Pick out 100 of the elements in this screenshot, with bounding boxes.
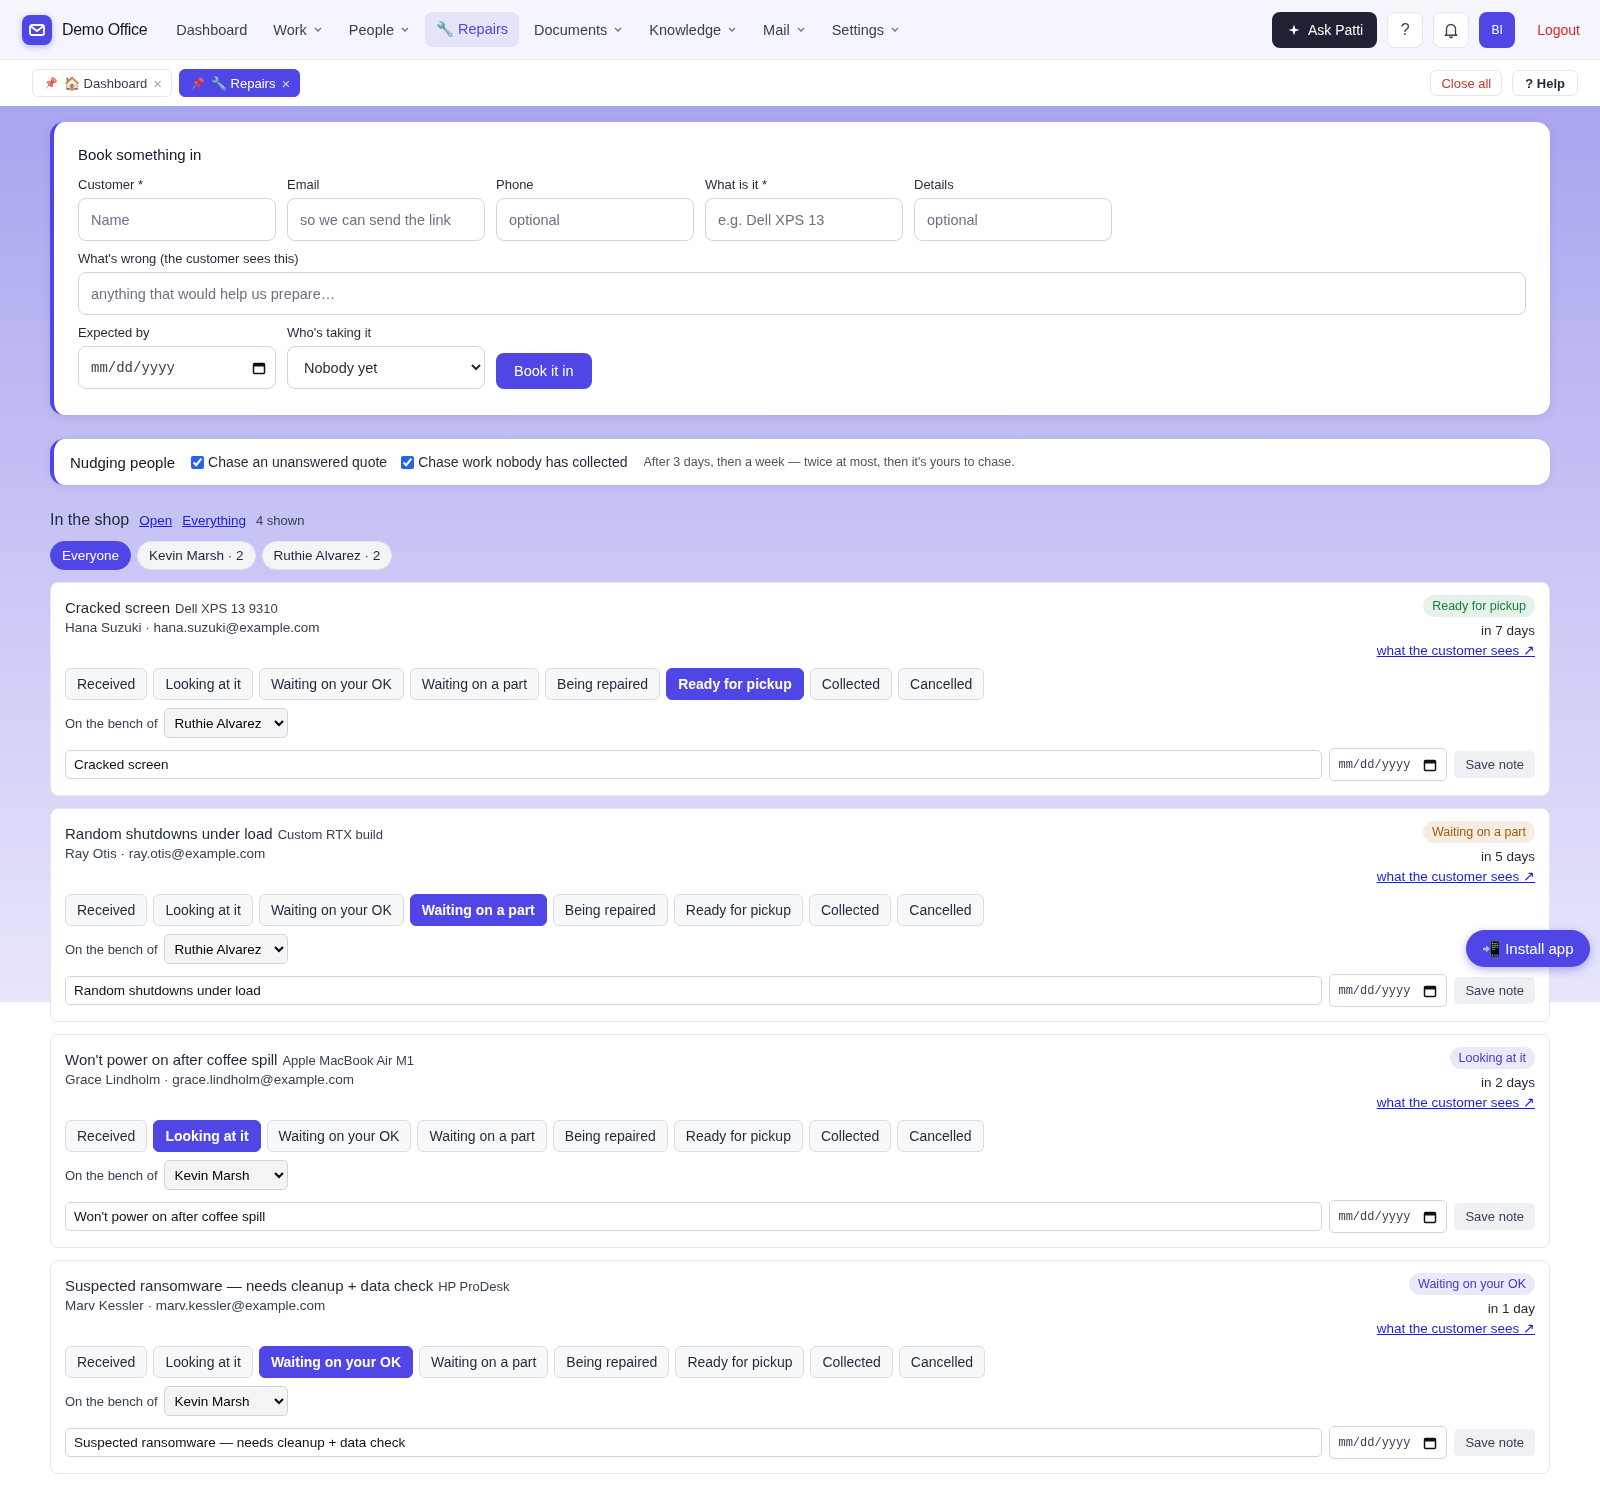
save-note-button[interactable]: Save note [1454, 977, 1535, 1004]
status-button[interactable]: Waiting on a part [409, 668, 540, 700]
nav-item[interactable]: 🔧 Repairs [425, 12, 519, 47]
filter-link[interactable]: Everything [182, 513, 246, 528]
assignee-select[interactable]: Nobody yet [287, 346, 485, 389]
customer-view-link[interactable]: what the customer sees ↗ [1376, 1320, 1535, 1336]
status-button[interactable]: Being repaired [552, 1120, 668, 1152]
status-button[interactable]: Collected [808, 894, 892, 926]
logout-link[interactable]: Logout [1531, 21, 1586, 38]
status-button[interactable]: Cancelled [898, 668, 985, 700]
status-button[interactable]: Collected [810, 1346, 893, 1378]
customer-view-link[interactable]: what the customer sees ↗ [1376, 1094, 1535, 1110]
nav-item[interactable]: Documents [523, 12, 635, 47]
status-button[interactable]: Looking at it [153, 894, 253, 926]
status-button[interactable]: Waiting on your OK [258, 1346, 413, 1378]
checkbox-label[interactable]: Chase an unanswered quote [208, 454, 388, 470]
input-field[interactable]: optional [496, 198, 694, 241]
note-field[interactable]: Won't power on after coffee spill [65, 1202, 1323, 1231]
status-button[interactable]: Cancelled [897, 894, 984, 926]
status-button[interactable]: Looking at it [153, 668, 253, 700]
customer-view-link[interactable]: what the customer sees ↗ [1376, 868, 1535, 884]
status-button[interactable]: Waiting on your OK [258, 668, 404, 700]
status-button[interactable]: Ready for pickup [675, 1346, 805, 1378]
nav-item[interactable]: Dashboard [165, 12, 259, 47]
notifications-button[interactable] [1433, 11, 1470, 48]
nav-item[interactable]: Knowledge [638, 12, 749, 47]
ask-button[interactable]: Ask Patti [1271, 11, 1378, 48]
close-icon[interactable]: × [281, 74, 291, 92]
technician-select[interactable]: Kevin Marsh [163, 1160, 288, 1190]
checkbox[interactable] [401, 455, 415, 469]
checkbox-label[interactable]: Chase work nobody has collected [418, 454, 628, 470]
ticket-title: Cracked screen [65, 599, 171, 616]
status-button[interactable]: Received [65, 668, 148, 700]
status-button[interactable]: Waiting on your OK [258, 894, 404, 926]
status-button[interactable]: Waiting on a part [417, 1120, 547, 1152]
filter-chip[interactable]: Ruthie Alvarez · 2 [261, 541, 393, 570]
filter-chip[interactable]: Everyone [50, 541, 132, 570]
avatar-button[interactable]: BI [1479, 11, 1516, 48]
field-label: On the bench of [65, 1167, 158, 1183]
technician-select[interactable]: Ruthie Alvarez [163, 934, 288, 964]
install-app-button[interactable]: 📲 Install app [1466, 930, 1590, 967]
help-button[interactable]: ? [1387, 11, 1424, 48]
nav-item[interactable]: Mail [752, 12, 817, 47]
customer-info: Marv Kessler · marv.kessler@example.com [65, 1298, 327, 1313]
status-button[interactable]: Received [65, 894, 148, 926]
tab-label[interactable]: 🔧 Repairs [211, 75, 276, 91]
date-field[interactable]: mm/dd/yyyy [78, 346, 276, 389]
calendar-icon [252, 360, 266, 375]
status-button[interactable]: Being repaired [552, 894, 668, 926]
pin-icon[interactable]: 📌 [44, 76, 58, 90]
input-field[interactable]: Name [78, 198, 276, 241]
input-field[interactable]: optional [914, 198, 1112, 241]
date-field[interactable]: mm/dd/yyyy [1329, 748, 1448, 781]
close-all-button[interactable]: Close all [1430, 70, 1503, 96]
status-button[interactable]: Waiting on your OK [266, 1120, 412, 1152]
status-button[interactable]: Waiting on a part [419, 1346, 549, 1378]
app-name: Demo Office [62, 20, 148, 39]
nav-item[interactable]: Work [262, 12, 334, 47]
customer-view-link[interactable]: what the customer sees ↗ [1376, 642, 1535, 658]
status-button[interactable]: Ready for pickup [666, 668, 804, 700]
input-field[interactable]: e.g. Dell XPS 13 [705, 198, 903, 241]
status-button[interactable]: Received [65, 1120, 148, 1152]
help-button[interactable]: ? Help [1512, 70, 1578, 96]
note-field[interactable]: Suspected ransomware — needs cleanup + data check [65, 1428, 1323, 1457]
technician-select[interactable]: Kevin Marsh [163, 1386, 288, 1416]
date-field[interactable]: mm/dd/yyyy [1329, 974, 1448, 1007]
nav-item[interactable]: Settings [820, 12, 912, 47]
tab-label[interactable]: 🏠 Dashboard [64, 75, 148, 91]
status-button[interactable]: Looking at it [153, 1346, 253, 1378]
book-button[interactable]: Book it in [496, 353, 592, 389]
note-field[interactable]: Random shutdowns under load [65, 976, 1323, 1005]
status-button[interactable]: Collected [809, 668, 893, 700]
status-button[interactable]: Collected [808, 1120, 892, 1152]
technician-select[interactable]: Ruthie Alvarez [163, 708, 288, 738]
status-button[interactable]: Looking at it [153, 1120, 261, 1152]
checkbox[interactable] [191, 455, 205, 469]
date-field[interactable]: mm/dd/yyyy [1329, 1426, 1448, 1459]
status-button[interactable]: Ready for pickup [673, 1120, 803, 1152]
note-field[interactable]: Cracked screen [65, 750, 1323, 779]
input-field[interactable]: anything that would help us prepare… [78, 272, 1526, 315]
status-button[interactable]: Cancelled [897, 1120, 984, 1152]
field-label: On the bench of [65, 941, 158, 957]
status-badge: Looking at it [1449, 1047, 1535, 1069]
customer-info: Hana Suzuki · hana.suzuki@example.com [65, 620, 320, 635]
status-button[interactable]: Ready for pickup [673, 894, 803, 926]
status-button[interactable]: Received [65, 1346, 148, 1378]
status-button[interactable]: Being repaired [554, 1346, 670, 1378]
nav-item[interactable]: People [337, 12, 421, 47]
save-note-button[interactable]: Save note [1454, 1203, 1535, 1230]
save-note-button[interactable]: Save note [1454, 1429, 1535, 1456]
date-field[interactable]: mm/dd/yyyy [1329, 1200, 1448, 1233]
filter-link[interactable]: Open [139, 513, 173, 528]
status-button[interactable]: Being repaired [545, 668, 661, 700]
filter-chip[interactable]: Kevin Marsh · 2 [137, 541, 256, 570]
save-note-button[interactable]: Save note [1454, 751, 1535, 778]
status-button[interactable]: Waiting on a part [409, 894, 547, 926]
open-tab[interactable]: 📌 🏠 Dashboard × [32, 69, 172, 97]
open-tab[interactable]: 📌 🔧 Repairs × [179, 69, 301, 97]
input-field[interactable]: so we can send the link [287, 198, 485, 241]
status-button[interactable]: Cancelled [898, 1346, 986, 1378]
